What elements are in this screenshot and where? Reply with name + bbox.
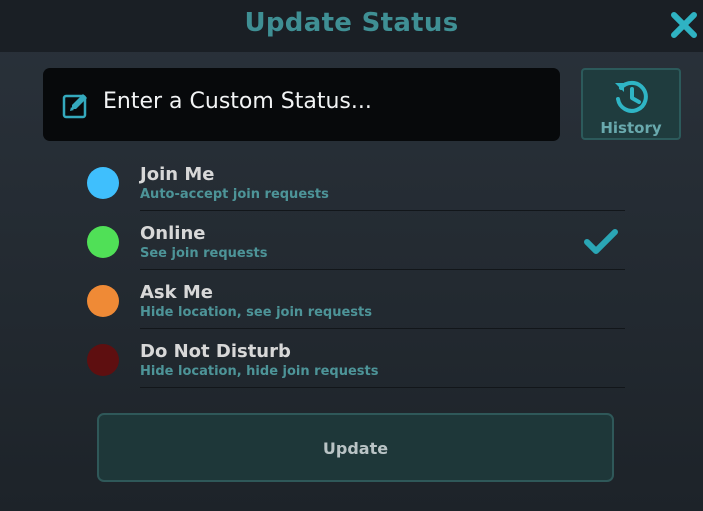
- history-button[interactable]: History: [581, 68, 681, 140]
- status-option-do-not-disturb[interactable]: Do Not Disturb Hide location, hide join …: [0, 329, 703, 388]
- status-option-ask-me[interactable]: Ask Me Hide location, see join requests: [0, 270, 703, 329]
- status-color-dot: [87, 167, 119, 199]
- status-color-dot: [87, 285, 119, 317]
- close-icon: [671, 12, 697, 38]
- status-name: Online: [140, 223, 206, 244]
- dialog-header: Update Status: [0, 0, 703, 52]
- update-status-dialog: Update Status Enter a Custom Status... H…: [0, 0, 703, 511]
- dialog-title: Update Status: [244, 8, 459, 38]
- divider: [140, 387, 625, 388]
- custom-status-input[interactable]: Enter a Custom Status...: [43, 68, 560, 141]
- status-name: Do Not Disturb: [140, 341, 291, 362]
- close-button[interactable]: [668, 9, 700, 41]
- history-icon: [615, 80, 648, 113]
- update-button[interactable]: Update: [97, 413, 614, 482]
- status-name: Ask Me: [140, 282, 214, 303]
- edit-icon: [62, 94, 87, 119]
- history-label: History: [600, 119, 662, 137]
- check-icon: [584, 229, 618, 254]
- status-list: Join Me Auto-accept join requests Online…: [0, 152, 703, 388]
- status-option-online[interactable]: Online See join requests: [0, 211, 703, 270]
- update-button-label: Update: [322, 439, 389, 458]
- status-description: Hide location, see join requests: [140, 305, 372, 320]
- custom-status-placeholder: Enter a Custom Status...: [103, 89, 372, 114]
- status-color-dot: [87, 344, 119, 376]
- status-option-join-me[interactable]: Join Me Auto-accept join requests: [0, 152, 703, 211]
- status-description: Hide location, hide join requests: [140, 364, 379, 379]
- status-name: Join Me: [140, 164, 215, 185]
- status-description: Auto-accept join requests: [140, 187, 329, 202]
- status-description: See join requests: [140, 246, 268, 261]
- status-color-dot: [87, 226, 119, 258]
